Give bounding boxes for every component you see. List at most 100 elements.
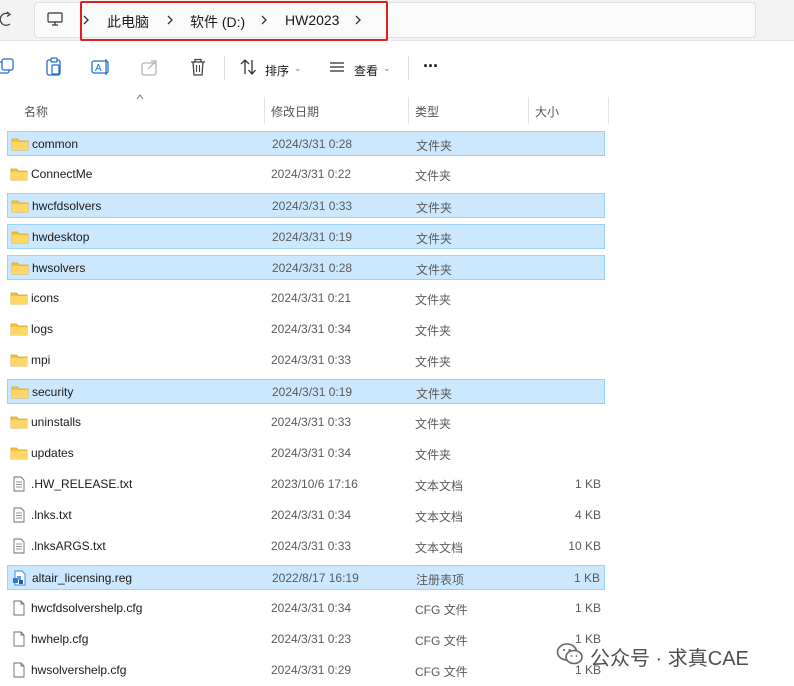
- file-type: 文件夹: [416, 232, 453, 246]
- file-date: 2022/8/17 16:19: [272, 571, 359, 585]
- sort-icon[interactable]: [238, 56, 260, 78]
- paste-icon[interactable]: [43, 56, 65, 78]
- share-icon[interactable]: [139, 56, 161, 78]
- file-name: .lnks.txt: [31, 508, 72, 522]
- toolbar-divider: [408, 56, 409, 80]
- file-name: hwhelp.cfg: [31, 632, 89, 646]
- file-date: 2024/3/31 0:34: [271, 322, 352, 336]
- file-date: 2024/3/31 0:28: [272, 261, 353, 275]
- file-row[interactable]: updates 2024/3/31 0:34 文件夹: [7, 441, 605, 466]
- delete-icon[interactable]: [187, 56, 209, 78]
- file-row[interactable]: hwcfdsolvers 2024/3/31 0:33 文件夹: [7, 193, 605, 218]
- file-name: common: [32, 137, 79, 151]
- file-date: 2023/10/6 17:16: [271, 477, 358, 491]
- chevron-down-icon[interactable]: ⌄: [383, 63, 391, 74]
- file-date: 2024/3/31 0:22: [271, 167, 352, 181]
- column-header: 名称 修改日期 类型 大小: [0, 94, 794, 124]
- file-name: updates: [31, 446, 74, 460]
- file-type: 文件夹: [415, 169, 452, 183]
- file-row[interactable]: icons 2024/3/31 0:21 文件夹: [7, 286, 605, 311]
- file-icon: [13, 662, 25, 678]
- file-row[interactable]: mpi 2024/3/31 0:33 文件夹: [7, 348, 605, 373]
- file-name: hwcfdsolvershelp.cfg: [31, 601, 143, 615]
- folder-icon: [11, 231, 29, 244]
- file-type: 文件夹: [416, 201, 453, 215]
- file-date: 2024/3/31 0:21: [271, 291, 352, 305]
- file-size: 10 KB: [568, 539, 601, 553]
- file-row[interactable]: hwdesktop 2024/3/31 0:19 文件夹: [7, 224, 605, 249]
- file-size: 1 KB: [573, 571, 600, 585]
- file-name: hwsolvers: [32, 261, 86, 275]
- file-type: CFG 文件: [415, 634, 468, 648]
- file-type: 文件夹: [416, 387, 453, 401]
- file-type: 文件夹: [415, 355, 452, 369]
- file-date: 2024/3/31 0:34: [271, 601, 352, 615]
- file-row[interactable]: common 2024/3/31 0:28 文件夹: [7, 131, 605, 156]
- view-icon[interactable]: [326, 56, 348, 78]
- file-type: 文件夹: [415, 448, 452, 462]
- rename-icon[interactable]: A: [90, 56, 112, 78]
- copy-path-icon[interactable]: [0, 56, 16, 78]
- view-button[interactable]: 查看: [354, 62, 378, 79]
- file-row[interactable]: .lnksARGS.txt 2024/3/31 0:33 文本文档 10 KB: [7, 534, 605, 559]
- command-bar: A 排序 ⌄ 查看 ⌄ ···: [0, 42, 794, 96]
- file-type: 文件夹: [416, 139, 453, 153]
- file-row[interactable]: hwcfdsolvershelp.cfg 2024/3/31 0:34 CFG 文件…: [7, 596, 605, 621]
- file-row[interactable]: security 2024/3/31 0:19 文件夹: [7, 379, 605, 404]
- file-type: 文本文档: [415, 479, 464, 493]
- file-row[interactable]: hwhelp.cfg 2024/3/31 0:23 CFG 文件 1 KB: [7, 627, 605, 652]
- file-date: 2024/3/31 0:19: [272, 385, 353, 399]
- column-divider[interactable]: [528, 97, 529, 124]
- file-date: 2024/3/31 0:29: [271, 663, 352, 677]
- folder-icon: [10, 447, 28, 460]
- column-divider[interactable]: [408, 97, 409, 124]
- folder-icon: [10, 323, 28, 336]
- sort-ascending-icon: [136, 94, 144, 100]
- file-row[interactable]: hwsolvers 2024/3/31 0:28 文件夹: [7, 255, 605, 280]
- file-row[interactable]: .lnks.txt 2024/3/31 0:34 文本文档 4 KB: [7, 503, 605, 528]
- file-name: icons: [31, 291, 60, 305]
- watermark-text: 公众号 · 求真CAE: [590, 648, 749, 670]
- folder-icon: [11, 386, 29, 399]
- highlight-annotation-box: [80, 1, 388, 41]
- file-row[interactable]: hwsolvershelp.cfg 2024/3/31 0:29 CFG 文件 1 K…: [7, 658, 605, 683]
- file-type: CFG 文件: [415, 665, 468, 679]
- column-header-size[interactable]: 大小: [535, 103, 559, 120]
- folder-icon: [10, 168, 28, 181]
- more-options-button[interactable]: ···: [423, 56, 439, 77]
- file-date: 2024/3/31 0:33: [271, 539, 352, 553]
- file-name: hwdesktop: [32, 230, 90, 244]
- file-row[interactable]: logs 2024/3/31 0:34 文件夹: [7, 317, 605, 342]
- file-name: altair_licensing.reg: [32, 571, 133, 585]
- file-type: 文本文档: [415, 510, 464, 524]
- file-row[interactable]: ConnectMe 2024/3/31 0:22 文件夹: [7, 162, 605, 187]
- file-date: 2024/3/31 0:33: [271, 353, 352, 367]
- column-header-date[interactable]: 修改日期: [271, 103, 319, 120]
- file-name: logs: [31, 322, 54, 336]
- file-name: mpi: [31, 353, 51, 367]
- toolbar-divider: [224, 56, 225, 80]
- file-type: 文件夹: [415, 324, 452, 338]
- file-row[interactable]: altair_licensing.reg 2022/8/17 16:19 注册表项 1…: [7, 565, 605, 590]
- sort-button[interactable]: 排序: [265, 62, 289, 79]
- file-type: CFG 文件: [415, 603, 468, 617]
- column-header-name[interactable]: 名称: [24, 103, 48, 120]
- file-type: 文本文档: [415, 541, 464, 555]
- column-divider[interactable]: [264, 97, 265, 124]
- file-date: 2024/3/31 0:33: [271, 415, 352, 429]
- file-name: .HW_RELEASE.txt: [31, 477, 133, 491]
- folder-icon: [10, 354, 28, 367]
- wechat-icon: [556, 643, 583, 665]
- file-row[interactable]: .HW_RELEASE.txt 2023/10/6 17:16 文本文档 1 KB: [7, 472, 605, 497]
- column-header-type[interactable]: 类型: [415, 103, 439, 120]
- chevron-down-icon[interactable]: ⌄: [294, 63, 302, 74]
- text-file-icon: [13, 507, 25, 523]
- computer-icon: [47, 12, 63, 26]
- column-divider[interactable]: [608, 97, 609, 124]
- file-name: ConnectMe: [31, 167, 93, 181]
- refresh-icon[interactable]: [0, 10, 14, 28]
- folder-icon: [10, 292, 28, 305]
- file-date: 2024/3/31 0:28: [272, 137, 353, 151]
- file-row[interactable]: uninstalls 2024/3/31 0:33 文件夹: [7, 410, 605, 435]
- file-size: 1 KB: [574, 601, 601, 615]
